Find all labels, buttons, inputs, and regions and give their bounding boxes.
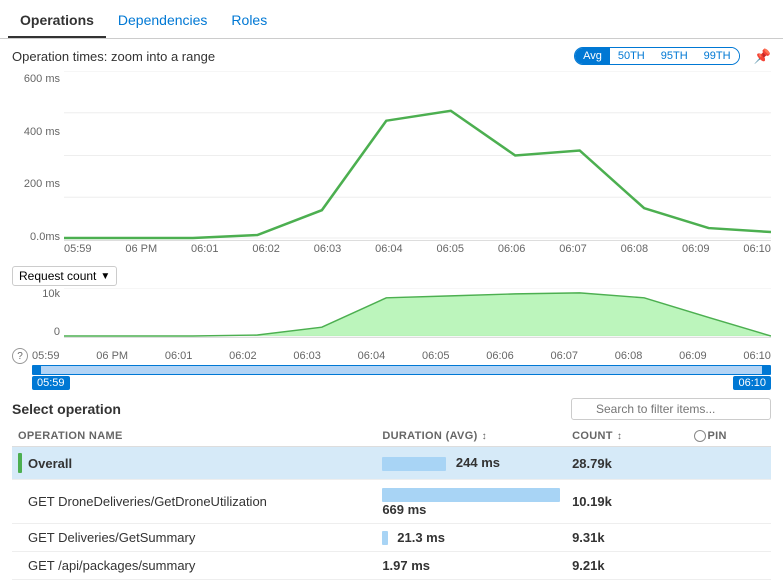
y-label-200: 200 ms: [12, 178, 60, 190]
op-name-cell: Overall: [12, 447, 376, 480]
op-name-cell: GET Deliveries/GetSummary: [12, 523, 376, 552]
search-wrap: 🔍: [571, 398, 771, 420]
op-pin-cell[interactable]: [688, 523, 772, 552]
tab-roles[interactable]: Roles: [219, 4, 279, 38]
main-chart-area: 600 ms 400 ms 200 ms 0.0ms 05:59 06 PM 0…: [0, 69, 783, 264]
mini-y-0: 0: [12, 326, 60, 338]
op-name-cell: GET DroneDeliveries/GetDroneUtilization: [12, 480, 376, 524]
x-label-4: 06:03: [314, 243, 342, 255]
x-label-2: 06:01: [191, 243, 219, 255]
pct-99-button[interactable]: 99TH: [696, 48, 739, 64]
sort-duration-icon[interactable]: ↕: [482, 431, 487, 442]
search-input[interactable]: [571, 398, 771, 420]
duration-value: 244 ms: [456, 455, 500, 470]
request-count-dropdown[interactable]: Request count ▼: [12, 266, 117, 286]
timeline-row: ? 05:59 06 PM 06:01 06:02 06:03 06:04 06…: [12, 348, 771, 364]
col-header-duration[interactable]: DURATION (AVG) ↕: [376, 426, 566, 447]
y-label-0: 0.0ms: [12, 231, 60, 243]
range-labels: 05:59 06:10: [32, 376, 771, 390]
tab-operations[interactable]: Operations: [8, 4, 106, 38]
x-label-6: 06:05: [437, 243, 465, 255]
x-label-8: 06:07: [559, 243, 587, 255]
chart-svg-container[interactable]: [64, 71, 771, 241]
operations-table-wrap: OPERATION NAME DURATION (AVG) ↕ COUNT ↕: [0, 426, 783, 580]
op-count-cell: 9.21k: [566, 552, 687, 580]
duration-value: 21.3 ms: [397, 530, 445, 545]
green-accent-bar: [18, 453, 22, 473]
duration-bar: [382, 488, 560, 502]
count-value: 10.19k: [572, 494, 612, 509]
count-value: 28.79k: [572, 456, 612, 471]
pct-group: Avg 50TH 95TH 99TH: [574, 47, 739, 65]
op-duration-cell: 669 ms: [376, 480, 566, 524]
x-label-5: 06:04: [375, 243, 403, 255]
op-count-cell: 9.31k: [566, 523, 687, 552]
op-duration-cell: 21.3 ms: [376, 523, 566, 552]
dropdown-label: Request count: [19, 269, 96, 283]
y-axis: 600 ms 400 ms 200 ms 0.0ms: [12, 73, 60, 243]
chevron-down-icon: ▼: [100, 271, 110, 282]
range-selection-bar[interactable]: [32, 365, 771, 375]
op-pin-cell[interactable]: [688, 480, 772, 524]
mini-y-10k: 10k: [12, 288, 60, 300]
duration-value: 669 ms: [382, 502, 426, 517]
op-name-cell: GET /api/packages/summary: [12, 552, 376, 580]
op-pin-cell[interactable]: [688, 552, 772, 580]
table-row[interactable]: Overall 244 ms 28.79k: [12, 447, 771, 480]
col-header-name: OPERATION NAME: [12, 426, 376, 447]
op-pin-cell[interactable]: [688, 447, 772, 480]
table-row[interactable]: GET DroneDeliveries/GetDroneUtilization …: [12, 480, 771, 524]
pct-95-button[interactable]: 95TH: [653, 48, 696, 64]
mini-chart-header: Request count ▼: [12, 266, 771, 286]
op-duration-cell: 244 ms: [376, 447, 566, 480]
pin-icon[interactable]: 📌: [754, 48, 771, 65]
operations-table: OPERATION NAME DURATION (AVG) ↕ COUNT ↕: [12, 426, 771, 580]
count-value: 9.31k: [572, 530, 605, 545]
help-icon[interactable]: ?: [12, 348, 28, 364]
x-axis-labels: 05:59 06 PM 06:01 06:02 06:03 06:04 06:0…: [64, 241, 771, 255]
timeline-section: ? 05:59 06 PM 06:01 06:02 06:03 06:04 06…: [0, 346, 783, 390]
duration-bar: [382, 531, 387, 545]
timeline-times: 05:59 06 PM 06:01 06:02 06:03 06:04 06:0…: [32, 350, 771, 362]
x-label-9: 06:08: [621, 243, 649, 255]
count-value: 9.21k: [572, 558, 605, 573]
duration-bar: [382, 457, 446, 471]
percentile-controls: Avg 50TH 95TH 99TH 📌: [574, 47, 771, 65]
col-header-pin: PIN: [688, 426, 772, 447]
mini-chart-svg[interactable]: [64, 288, 771, 338]
chart-header: Operation times: zoom into a range Avg 5…: [0, 39, 783, 69]
y-label-400: 400 ms: [12, 126, 60, 138]
op-count-cell: 28.79k: [566, 447, 687, 480]
x-label-1: 06 PM: [125, 243, 157, 255]
y-label-600: 600 ms: [12, 73, 60, 85]
x-label-10: 06:09: [682, 243, 710, 255]
pin-circle-icon: [694, 430, 706, 442]
x-label-7: 06:06: [498, 243, 526, 255]
pct-50-button[interactable]: 50TH: [610, 48, 653, 64]
x-label-3: 06:02: [252, 243, 280, 255]
range-end-label: 06:10: [733, 376, 771, 390]
mini-y-axis: 10k 0: [12, 288, 60, 338]
tab-dependencies[interactable]: Dependencies: [106, 4, 220, 38]
duration-value: 1.97 ms: [382, 558, 430, 573]
x-label-0: 05:59: [64, 243, 92, 255]
op-count-cell: 10.19k: [566, 480, 687, 524]
mini-chart-section: Request count ▼ 10k 0: [0, 264, 783, 346]
mini-chart-container[interactable]: 10k 0: [12, 288, 771, 346]
col-header-count[interactable]: COUNT ↕: [566, 426, 687, 447]
sort-count-icon[interactable]: ↕: [617, 431, 622, 442]
table-row[interactable]: GET /api/packages/summary 1.97 ms 9.21k: [12, 552, 771, 580]
pct-avg-button[interactable]: Avg: [575, 48, 610, 64]
select-op-header: Select operation 🔍: [0, 390, 783, 426]
chart-title: Operation times: zoom into a range: [12, 49, 215, 64]
tabs-bar: Operations Dependencies Roles: [0, 0, 783, 39]
table-row[interactable]: GET Deliveries/GetSummary 21.3 ms 9.31k: [12, 523, 771, 552]
x-label-11: 06:10: [743, 243, 771, 255]
range-start-label: 05:59: [32, 376, 70, 390]
select-op-title: Select operation: [12, 401, 121, 417]
op-duration-cell: 1.97 ms: [376, 552, 566, 580]
